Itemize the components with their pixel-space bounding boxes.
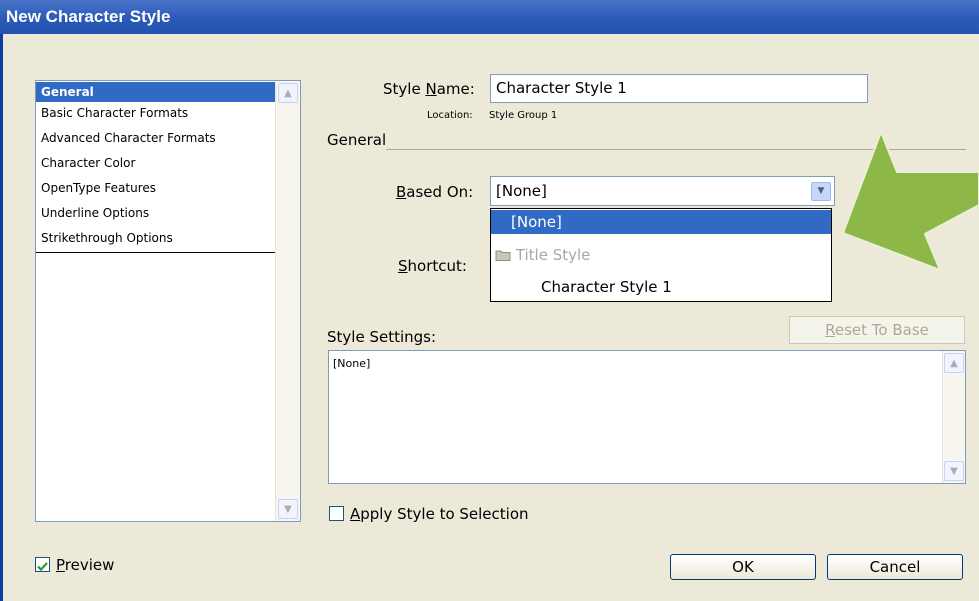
folder-icon [495, 250, 511, 261]
based-on-label: Based On: [396, 183, 474, 201]
sidebar-item-general[interactable]: General [36, 82, 276, 102]
scroll-down-icon[interactable]: ▼ [278, 499, 298, 519]
preview-label: Preview [56, 556, 115, 574]
section-heading-general: General [327, 131, 387, 149]
dropdown-option-none[interactable]: [None] [491, 210, 831, 234]
sidebar-item-underline-options[interactable]: Underline Options [36, 203, 276, 223]
ok-button[interactable]: OK [670, 554, 816, 580]
style-settings-label: Style Settings: [327, 328, 437, 346]
sidebar-item-character-color[interactable]: Character Color [36, 153, 276, 173]
based-on-dropdown: [None] Title Style Character Style 1 [490, 208, 832, 302]
based-on-select[interactable]: [None] ▼ [490, 176, 835, 206]
style-name-input[interactable]: Character Style 1 [490, 74, 868, 103]
reset-to-base-button[interactable]: Reset To Base [789, 316, 965, 344]
style-settings-box: [None] ▲ ▼ [328, 350, 966, 484]
sidebar-item-strikethrough-options[interactable]: Strikethrough Options [36, 228, 276, 248]
annotation-arrow-icon [841, 129, 979, 272]
based-on-value: [None] [496, 182, 547, 200]
shortcut-label: Shortcut: [398, 257, 467, 275]
apply-style-label: Apply Style to Selection [350, 505, 529, 523]
scroll-up-icon[interactable]: ▲ [944, 353, 964, 373]
sidebar-scrollbar[interactable]: ▲ ▼ [275, 81, 300, 521]
window-title: New Character Style [6, 7, 171, 26]
list-divider [36, 252, 276, 253]
title-bar: New Character Style [0, 0, 979, 34]
location-label: Location: [427, 110, 473, 121]
scroll-down-icon[interactable]: ▼ [944, 461, 964, 481]
cancel-button[interactable]: Cancel [827, 554, 963, 580]
scroll-up-icon[interactable]: ▲ [278, 83, 298, 103]
chevron-down-icon[interactable]: ▼ [811, 182, 831, 201]
settings-scrollbar[interactable]: ▲ ▼ [942, 351, 965, 483]
sidebar-item-advanced-character-formats[interactable]: Advanced Character Formats [36, 128, 276, 148]
checkmark-icon [37, 562, 48, 572]
sidebar-item-opentype-features[interactable]: OpenType Features [36, 178, 276, 198]
style-name-label: Style Name: [383, 80, 475, 98]
dropdown-option-character-style-1[interactable]: Character Style 1 [491, 275, 831, 299]
preview-checkbox[interactable] [35, 557, 50, 572]
apply-style-checkbox[interactable] [329, 506, 344, 521]
style-settings-text: [None] [333, 357, 371, 370]
dropdown-option-title-style[interactable]: Title Style [491, 243, 831, 267]
category-list: General Basic Character Formats Advanced… [35, 80, 301, 522]
location-value: Style Group 1 [489, 110, 558, 121]
sidebar-item-basic-character-formats[interactable]: Basic Character Formats [36, 103, 276, 123]
